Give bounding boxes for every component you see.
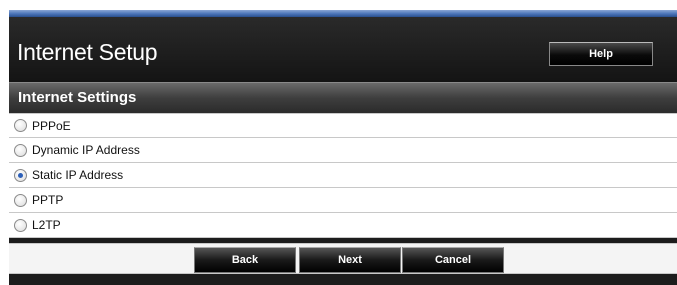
- radio-dynamic-ip[interactable]: [14, 143, 27, 157]
- option-label: Static IP Address: [32, 168, 124, 182]
- page-header: Internet Setup Help: [9, 17, 677, 82]
- back-button[interactable]: Back: [194, 247, 296, 273]
- radio-pppoe[interactable]: [14, 119, 27, 132]
- option-static-ip[interactable]: Static IP Address: [9, 163, 677, 188]
- section-title: Internet Settings: [18, 89, 137, 106]
- section-header: Internet Settings: [9, 82, 677, 113]
- radio-pptp[interactable]: [14, 193, 27, 207]
- option-pptp[interactable]: PPTP: [9, 188, 677, 213]
- option-label: Dynamic IP Address: [32, 143, 140, 157]
- option-l2tp[interactable]: L2TP: [9, 213, 677, 238]
- radio-static-ip[interactable]: [14, 168, 27, 182]
- option-label: L2TP: [32, 218, 61, 232]
- cancel-button[interactable]: Cancel: [402, 247, 504, 273]
- next-button[interactable]: Next: [299, 247, 401, 273]
- option-pppoe[interactable]: PPPoE: [9, 113, 677, 138]
- option-label: PPTP: [32, 193, 64, 207]
- bottom-band: [9, 274, 677, 285]
- option-label: PPPoE: [32, 118, 71, 133]
- page-title: Internet Setup: [17, 39, 158, 65]
- radio-l2tp[interactable]: [14, 218, 27, 232]
- top-accent-strip: [9, 10, 677, 17]
- button-bar: Back Next Cancel: [9, 243, 677, 274]
- connection-type-options: PPPoE Dynamic IP Address Static IP Addre…: [9, 113, 677, 238]
- help-button[interactable]: Help: [549, 42, 653, 66]
- option-dynamic-ip[interactable]: Dynamic IP Address: [9, 138, 677, 163]
- setup-panel: Internet Setup Help Internet Settings PP…: [9, 10, 677, 285]
